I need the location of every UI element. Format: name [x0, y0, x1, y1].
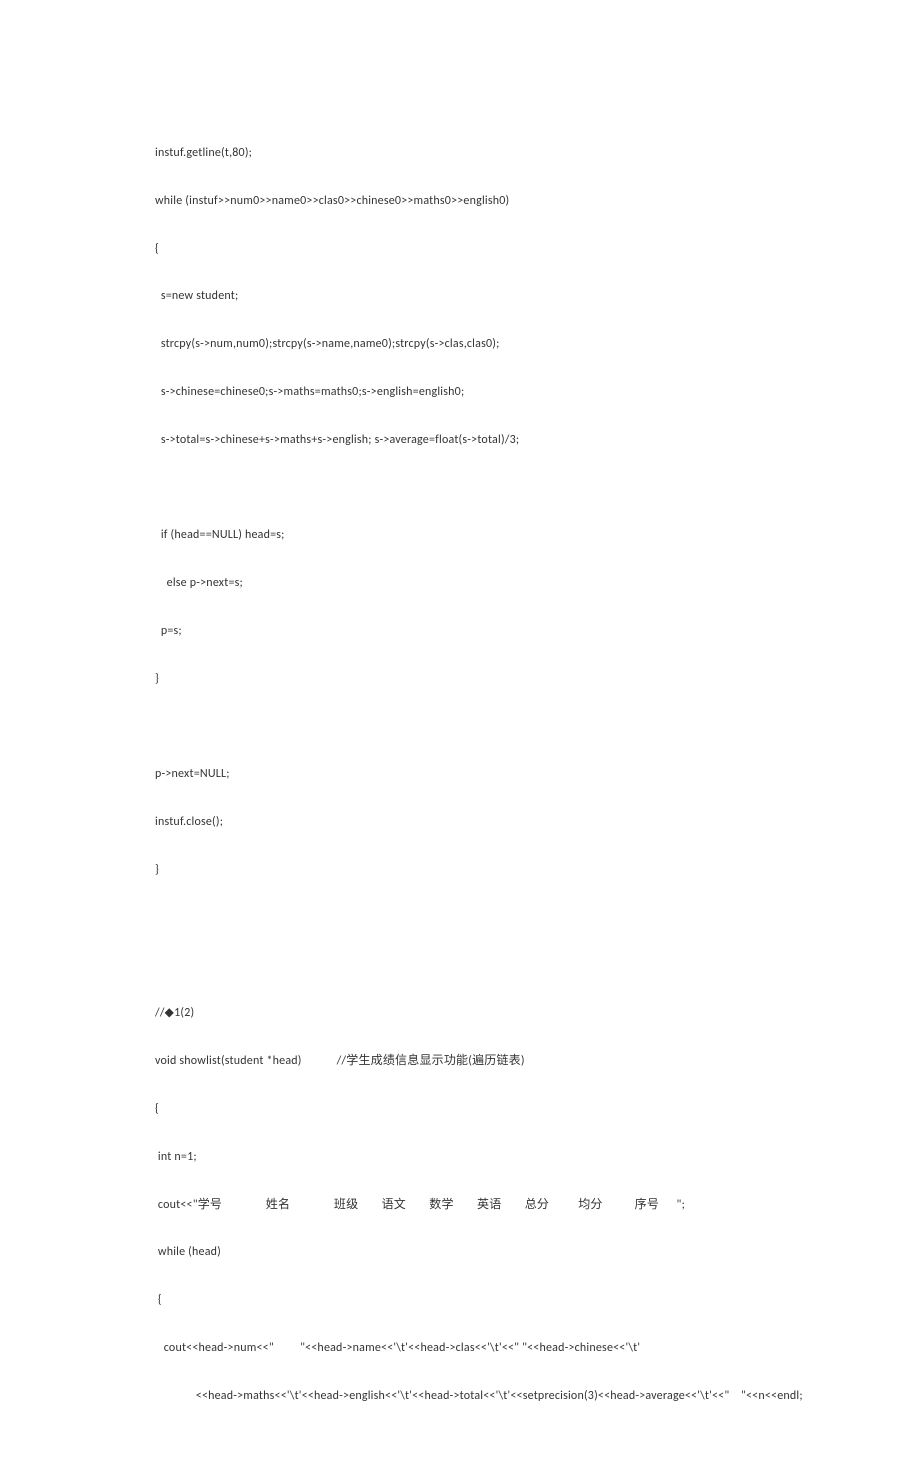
code-line: instuf.getline(t,80); — [155, 145, 765, 162]
code-line: int n=1; — [155, 1149, 765, 1166]
code-line: p->next=NULL; — [155, 766, 765, 783]
code-line: <<head->maths<<'\t'<<head->english<<'\t'… — [155, 1388, 765, 1405]
code-line: s->total=s->chinese+s->maths+s->english;… — [155, 432, 765, 449]
code-line: else p->next=s; — [155, 575, 765, 592]
code-block: instuf.getline(t,80); while (instuf>>num0… — [155, 145, 765, 1405]
code-line: strcpy(s->num,num0);strcpy(s->name,name0… — [155, 336, 765, 353]
code-line: s->chinese=chinese0;s->maths=maths0;s->e… — [155, 384, 765, 401]
code-line — [155, 958, 765, 975]
code-line: } — [155, 862, 765, 879]
code-line: if (head==NULL) head=s; — [155, 527, 765, 544]
code-line: cout<<"学号 姓名 班级 语文 数学 英语 总分 均分 序号 "; — [155, 1197, 765, 1214]
code-line: } — [155, 671, 765, 688]
code-line: while (head) — [155, 1244, 765, 1261]
code-line: { — [155, 241, 765, 258]
code-line — [155, 910, 765, 927]
code-line: instuf.close(); — [155, 814, 765, 831]
code-line: s=new student; — [155, 288, 765, 305]
code-line: p=s; — [155, 623, 765, 640]
code-line: cout<<head->num<<" "<<head->name<<'\t'<<… — [155, 1340, 765, 1357]
code-line: { — [155, 1292, 765, 1309]
code-line: while (instuf>>num0>>name0>>clas0>>chine… — [155, 193, 765, 210]
code-line — [155, 719, 765, 736]
code-line: { — [155, 1101, 765, 1118]
code-line: //◆1(2) — [155, 1005, 765, 1022]
code-line: void showlist(student *head) //学生成绩信息显示功… — [155, 1053, 765, 1070]
code-line — [155, 480, 765, 497]
